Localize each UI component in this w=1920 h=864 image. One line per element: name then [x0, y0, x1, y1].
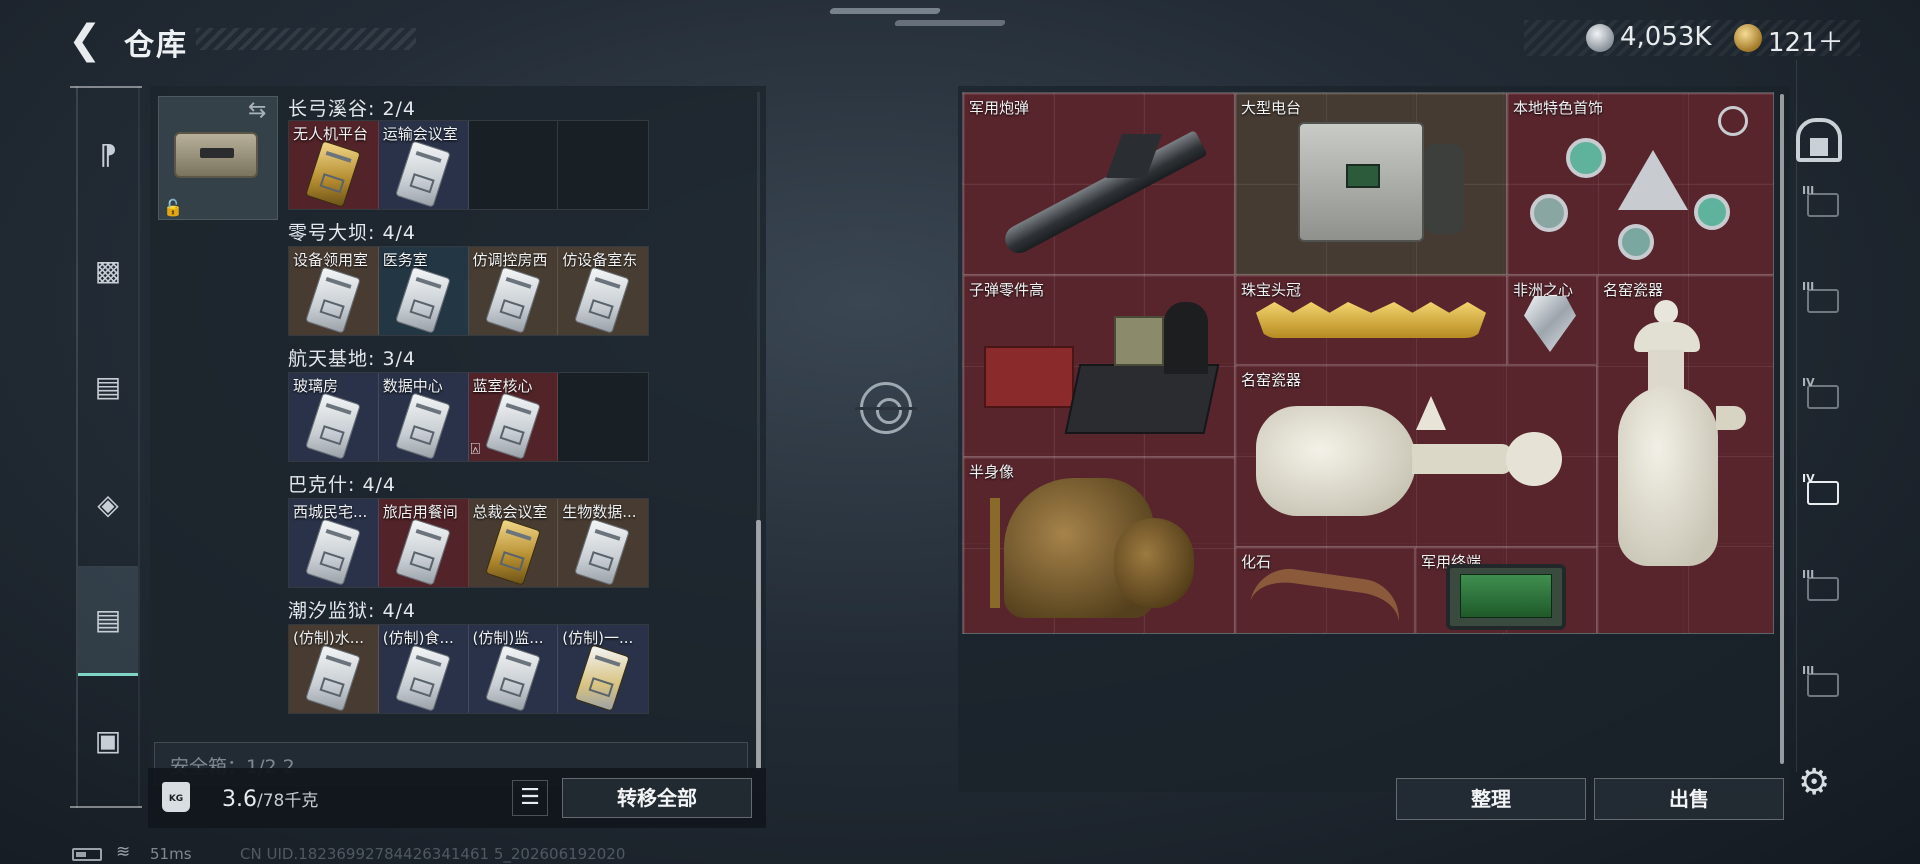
keycard-slot[interactable]: 旅店用餐间 [378, 499, 469, 587]
toolbox-icon[interactable]: ▣ [78, 710, 138, 770]
keycard-slot[interactable]: 总裁会议室 [468, 499, 559, 587]
back-button[interactable]: ❮ [68, 18, 108, 62]
ceiling-light [893, 20, 1007, 26]
broken-icon: ⍓ [470, 439, 481, 458]
target-icon[interactable] [855, 382, 917, 434]
keycard-slot[interactable]: (仿制)一... [558, 625, 648, 713]
gold-coin-icon [1734, 24, 1762, 52]
keycard-row: 无人机平台 运输会议室 [288, 120, 649, 210]
keycard-slot[interactable]: 设备领用室 [289, 247, 379, 335]
stash-tab-5[interactable]: III [1798, 564, 1848, 614]
keycard-slot[interactable]: 玻璃房 [289, 373, 379, 461]
bag-icon[interactable]: ◈ [78, 474, 138, 534]
scrollbar[interactable] [756, 520, 761, 770]
keycard-slot[interactable]: 仿设备室东 [558, 247, 648, 335]
ping-readout: 51ms [150, 845, 192, 863]
keycard-case-icon[interactable]: ▤ [78, 566, 138, 676]
keycard-slot[interactable]: 无人机平台 [289, 121, 379, 209]
swap-icon[interactable]: ⇆ [248, 98, 266, 123]
weight-capacity: /78千克 [257, 791, 319, 811]
stash-tab-3[interactable]: IV [1798, 372, 1848, 422]
stash-tab-1[interactable]: III [1798, 180, 1848, 230]
keycard-slot-empty[interactable] [558, 373, 648, 461]
keycard-slot[interactable]: (仿制)食... [378, 625, 469, 713]
keycard-row: 西城民宅... 旅店用餐间 总裁会议室 生物数据... [288, 498, 649, 588]
weight-icon: KG [162, 782, 190, 812]
stash-item-bust-statue[interactable]: 半身像 [963, 457, 1235, 633]
keycard-slot[interactable]: 仿调控房西 [468, 247, 559, 335]
sort-button[interactable]: 整理 [1396, 778, 1586, 820]
keycard-slot[interactable]: 运输会议室 [378, 121, 469, 209]
section-title: 零号大坝: 4/4 [288, 222, 417, 244]
keycard-slot[interactable]: 蓝室核心 ⍓ [468, 373, 559, 461]
ceiling-light [828, 8, 942, 14]
silver-coin-icon [1586, 24, 1614, 52]
stash-item-local-jewelry[interactable]: 本地特色首饰 [1507, 93, 1773, 275]
stash-overview-icon[interactable] [1796, 118, 1842, 162]
transfer-all-button[interactable]: 转移全部 [562, 778, 752, 818]
nav-divider [70, 806, 142, 808]
gold-currency-value[interactable]: 121＋ [1768, 22, 1844, 59]
keycard-slot[interactable]: (仿制)水... [289, 625, 379, 713]
stash-item-porcelain-tall[interactable]: 名窑瓷器 [1597, 275, 1773, 633]
user-id: CN UID.18236992784426341461 5_2026061920… [240, 845, 626, 863]
left-nav [76, 86, 140, 808]
backpack-icon[interactable]: ▤ [78, 356, 138, 416]
nav-divider [70, 86, 142, 88]
weight-value: 3.6 [222, 787, 257, 812]
lock-icon[interactable]: 🔓 [163, 198, 183, 217]
stash-item-bullet-parts[interactable]: 子弹零件高 [963, 275, 1235, 457]
stash-tab-4[interactable]: IV [1798, 468, 1848, 518]
stash-item-large-radio[interactable]: 大型电台 [1235, 93, 1507, 275]
stash-grid: 军用炮弹 大型电台 本地特色首饰 子弹零件高 珠宝头冠 非洲之心 名窑瓷器 名窑… [962, 92, 1774, 634]
section-title: 潮汐监狱: 4/4 [288, 600, 417, 622]
keycard-slot[interactable]: 医务室 [378, 247, 469, 335]
keycard-row: (仿制)水... (仿制)食... (仿制)监... (仿制)一... [288, 624, 649, 714]
stash-item-military-terminal[interactable]: 军用终端 [1415, 547, 1597, 633]
section-title: 长弓溪谷: 2/4 [288, 98, 417, 120]
stash-item-fossil[interactable]: 化石 [1235, 547, 1415, 633]
keycard-slot[interactable]: 数据中心 [378, 373, 469, 461]
sell-button[interactable]: 出售 [1594, 778, 1784, 820]
keycard-slot-empty[interactable] [558, 121, 648, 209]
section-title: 航天基地: 3/4 [288, 348, 417, 370]
title-decoration [196, 28, 416, 50]
wifi-icon: ≋ [116, 842, 131, 862]
page-title: 仓库 [124, 28, 188, 63]
stash-item-military-shell[interactable]: 军用炮弹 [963, 93, 1235, 275]
armor-vest-icon[interactable]: ▩ [78, 240, 138, 300]
weapon-icon[interactable]: ⁋ [78, 124, 138, 184]
keycard-slot[interactable]: 西城民宅... [289, 499, 379, 587]
keycard-slot[interactable]: (仿制)监... [468, 625, 559, 713]
gear-icon[interactable]: ⚙ [1798, 762, 1830, 803]
stash-item-porcelain-wide[interactable]: 名窑瓷器 [1235, 365, 1597, 547]
list-view-button[interactable]: ☰ [512, 780, 548, 816]
keycard-row: 设备领用室 医务室 仿调控房西 仿设备室东 [288, 246, 649, 336]
silver-currency-value: 4,053K [1620, 22, 1712, 52]
stash-tab-2[interactable]: III [1798, 276, 1848, 326]
keycard-row: 玻璃房 数据中心 蓝室核心 ⍓ [288, 372, 649, 462]
battery-icon [72, 848, 102, 861]
stash-tab-6[interactable]: III [1798, 660, 1848, 710]
stash-item-jewel-crown[interactable]: 珠宝头冠 [1235, 275, 1507, 365]
keycard-slot[interactable]: 生物数据... [558, 499, 648, 587]
stash-item-heart-of-africa[interactable]: 非洲之心 [1507, 275, 1597, 365]
keycard-case-image [174, 132, 258, 178]
keycard-slot-empty[interactable] [469, 121, 559, 209]
weight-readout: 3.6/78千克 [222, 786, 318, 812]
section-title: 巴克什: 4/4 [288, 474, 397, 496]
scrollbar[interactable] [1780, 94, 1784, 764]
